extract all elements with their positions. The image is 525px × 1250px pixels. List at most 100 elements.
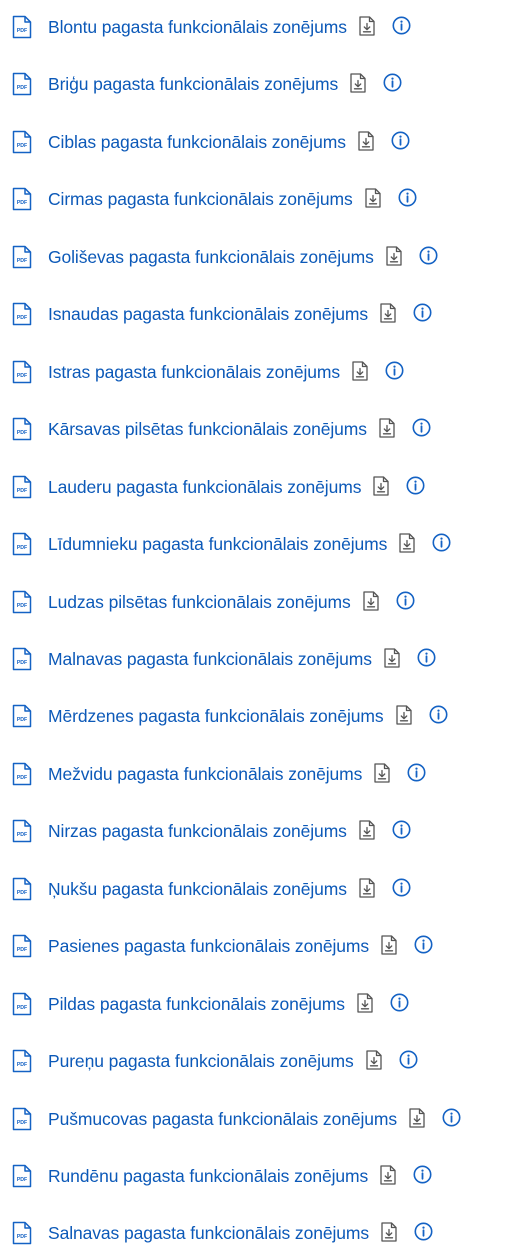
info-icon[interactable] <box>396 591 415 610</box>
download-icon[interactable] <box>379 1165 397 1185</box>
download-icon[interactable] <box>385 246 403 266</box>
pdf-file-icon: PDF <box>11 704 33 728</box>
download-icon[interactable] <box>356 993 374 1013</box>
download-icon[interactable] <box>383 648 401 668</box>
file-list-item: PDF Mežvidu pagasta funkcionālais zonējum… <box>0 758 525 788</box>
info-icon[interactable] <box>432 533 451 552</box>
file-list-item: PDF Ludzas pilsētas funkcionālais zonējum… <box>0 586 525 616</box>
download-icon[interactable] <box>365 1050 383 1070</box>
pdf-badge-text: PDF <box>17 85 27 91</box>
download-icon[interactable] <box>357 131 375 151</box>
info-icon[interactable] <box>385 361 404 380</box>
file-list-item: PDF Malnavas pagasta funkcionālais zonēju… <box>0 643 525 673</box>
pdf-file-icon: PDF <box>11 1221 33 1245</box>
file-list-item: PDF Istras pagasta funkcionālais zonējums <box>0 356 525 386</box>
download-icon[interactable] <box>358 16 376 36</box>
download-icon[interactable] <box>379 303 397 323</box>
download-icon[interactable] <box>372 476 390 496</box>
info-icon[interactable] <box>419 246 438 265</box>
file-link[interactable]: Mērdzenes pagasta funkcionālais zonējums <box>48 705 448 726</box>
file-link[interactable]: Pušmucovas pagasta funkcionālais zonējum… <box>48 1108 461 1129</box>
file-link[interactable]: Pureņu pagasta funkcionālais zonējums <box>48 1050 418 1071</box>
file-link[interactable]: Briģu pagasta funkcionālais zonējums <box>48 73 402 94</box>
file-list-item: PDF Salnavas pagasta funkcionālais zonēju… <box>0 1217 525 1247</box>
download-icon[interactable] <box>373 763 391 783</box>
file-title: Nirzas pagasta funkcionālais zonējums <box>48 821 347 841</box>
download-icon[interactable] <box>408 1108 426 1128</box>
info-icon[interactable] <box>442 1108 461 1127</box>
file-link[interactable]: Līdumnieku pagasta funkcionālais zonējum… <box>48 533 451 554</box>
file-link[interactable]: Ciblas pagasta funkcionālais zonējums <box>48 131 410 152</box>
file-link[interactable]: Mežvidu pagasta funkcionālais zonējums <box>48 763 426 784</box>
file-list-item: PDF Rundēnu pagasta funkcionālais zonējum… <box>0 1160 525 1190</box>
info-icon[interactable] <box>417 648 436 667</box>
file-link[interactable]: Ludzas pilsētas funkcionālais zonējums <box>48 591 415 612</box>
info-icon[interactable] <box>390 993 409 1012</box>
pdf-badge-text: PDF <box>17 1120 27 1126</box>
info-icon[interactable] <box>413 303 432 322</box>
file-title: Kārsavas pilsētas funkcionālais zonējums <box>48 419 367 439</box>
file-title: Pušmucovas pagasta funkcionālais zonējum… <box>48 1109 398 1129</box>
info-icon[interactable] <box>391 131 410 150</box>
file-link[interactable]: Kārsavas pilsētas funkcionālais zonējums <box>48 418 431 439</box>
pdf-file-icon: PDF <box>11 762 33 786</box>
pdf-file-icon: PDF <box>11 647 33 671</box>
file-title: Pureņu pagasta funkcionālais zonējums <box>48 1051 354 1071</box>
download-icon[interactable] <box>378 418 396 438</box>
file-link[interactable]: Pasienes pagasta funkcionālais zonējums <box>48 935 433 956</box>
file-title: Līdumnieku pagasta funkcionālais zonējum… <box>48 534 388 554</box>
file-link[interactable]: Lauderu pagasta funkcionālais zonējums <box>48 476 425 497</box>
pdf-badge-text: PDF <box>17 200 27 206</box>
pdf-file-icon: PDF <box>11 1049 33 1073</box>
download-icon[interactable] <box>364 188 382 208</box>
file-link[interactable]: Ņukšu pagasta funkcionālais zonējums <box>48 878 411 899</box>
file-list-item: PDF Līdumnieku pagasta funkcionālais zonē… <box>0 528 525 558</box>
pdf-badge-text: PDF <box>17 717 27 723</box>
info-icon[interactable] <box>392 16 411 35</box>
info-icon[interactable] <box>383 73 402 92</box>
info-icon[interactable] <box>398 188 417 207</box>
file-title: Pasienes pagasta funkcionālais zonējums <box>48 936 370 956</box>
file-list-item: PDF Kārsavas pilsētas funkcionālais zonēj… <box>0 413 525 443</box>
file-link[interactable]: Blontu pagasta funkcionālais zonējums <box>48 16 411 37</box>
info-icon[interactable] <box>399 1050 418 1069</box>
file-list-item: PDF Pildas pagasta funkcionālais zonējums <box>0 988 525 1018</box>
download-icon[interactable] <box>398 533 416 553</box>
file-link[interactable]: Istras pagasta funkcionālais zonējums <box>48 361 404 382</box>
download-icon[interactable] <box>380 935 398 955</box>
file-list-item: PDF Pureņu pagasta funkcionālais zonējums <box>0 1045 525 1075</box>
info-icon[interactable] <box>392 820 411 839</box>
file-link[interactable]: Malnavas pagasta funkcionālais zonējums <box>48 648 436 669</box>
download-icon[interactable] <box>358 820 376 840</box>
file-link[interactable]: Salnavas pagasta funkcionālais zonējums <box>48 1222 433 1243</box>
file-link[interactable]: Cirmas pagasta funkcionālais zonējums <box>48 188 417 209</box>
file-link[interactable]: Goliševas pagasta funkcionālais zonējums <box>48 246 438 267</box>
download-icon[interactable] <box>395 705 413 725</box>
info-icon[interactable] <box>407 763 426 782</box>
download-icon[interactable] <box>349 73 367 93</box>
pdf-file-icon: PDF <box>11 992 33 1016</box>
pdf-file-icon: PDF <box>11 1164 33 1188</box>
info-icon[interactable] <box>413 1165 432 1184</box>
file-link[interactable]: Isnaudas pagasta funkcionālais zonējums <box>48 303 432 324</box>
info-icon[interactable] <box>392 878 411 897</box>
info-icon[interactable] <box>412 418 431 437</box>
file-title: Rundēnu pagasta funkcionālais zonējums <box>48 1166 369 1186</box>
pdf-badge-text: PDF <box>17 660 27 666</box>
info-icon[interactable] <box>406 476 425 495</box>
file-link[interactable]: Nirzas pagasta funkcionālais zonējums <box>48 820 411 841</box>
download-icon[interactable] <box>362 591 380 611</box>
file-link[interactable]: Rundēnu pagasta funkcionālais zonējums <box>48 1165 432 1186</box>
info-icon[interactable] <box>414 1222 433 1241</box>
download-icon[interactable] <box>351 361 369 381</box>
download-icon[interactable] <box>358 878 376 898</box>
pdf-badge-text: PDF <box>17 488 27 494</box>
file-link[interactable]: Pildas pagasta funkcionālais zonējums <box>48 993 409 1014</box>
info-icon[interactable] <box>429 705 448 724</box>
pdf-badge-text: PDF <box>17 373 27 379</box>
download-icon[interactable] <box>380 1222 398 1242</box>
file-title: Istras pagasta funkcionālais zonējums <box>48 362 341 382</box>
file-title: Malnavas pagasta funkcionālais zonējums <box>48 649 372 669</box>
info-icon[interactable] <box>414 935 433 954</box>
file-list-item: PDF Ciblas pagasta funkcionālais zonējums <box>0 126 525 156</box>
